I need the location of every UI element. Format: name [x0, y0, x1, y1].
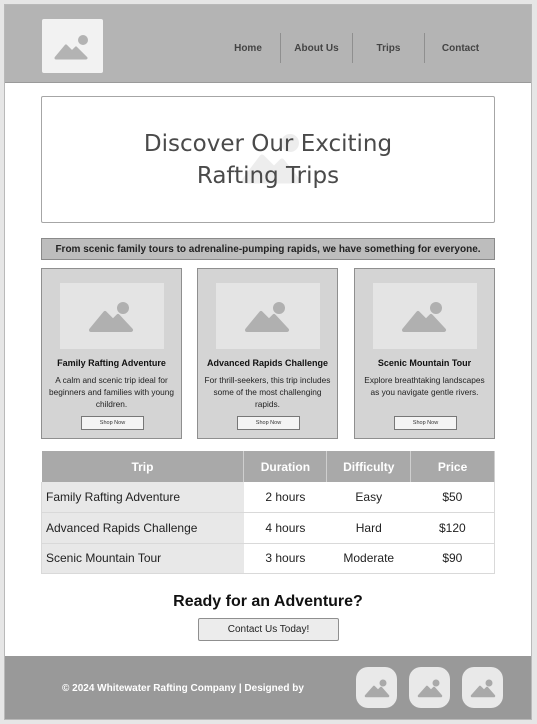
- nav-trips[interactable]: Trips: [353, 33, 424, 63]
- trip-card: Scenic Mountain Tour Explore breathtakin…: [354, 268, 495, 439]
- price-cell: $120: [410, 512, 495, 544]
- table-header-row: Trip Duration Difficulty Price: [41, 451, 495, 482]
- main-nav: Home About Us Trips Contact: [216, 33, 496, 63]
- nav-home[interactable]: Home: [216, 33, 280, 63]
- duration-cell: 4 hours: [243, 512, 327, 544]
- shop-now-button[interactable]: Shop Now: [394, 416, 457, 430]
- trip-name-cell: Advanced Rapids Challenge: [40, 512, 244, 544]
- duration-cell: 2 hours: [243, 482, 327, 513]
- trip-card: Advanced Rapids Challenge For thrill-see…: [197, 268, 338, 439]
- card-title: Scenic Mountain Tour: [377, 358, 472, 368]
- image-placeholder-icon: [402, 302, 446, 332]
- hero-banner: Discover Our Exciting Rafting Trips: [41, 96, 495, 223]
- card-description: A calm and scenic trip ideal for beginne…: [49, 375, 174, 409]
- social-link[interactable]: [356, 667, 397, 708]
- price-cell: $50: [410, 482, 495, 513]
- social-link[interactable]: [409, 667, 450, 708]
- card-image: [60, 283, 164, 349]
- contact-us-button[interactable]: Contact Us Today!: [198, 618, 339, 641]
- image-placeholder-icon: [89, 302, 133, 332]
- image-placeholder-icon: [470, 679, 495, 697]
- tagline: From scenic family tours to adrenaline-p…: [41, 238, 495, 260]
- table-row: Scenic Mountain Tour 3 hours Moderate $9…: [40, 543, 495, 574]
- image-placeholder-icon: [417, 679, 442, 697]
- trip-name-cell: Family Rafting Adventure: [40, 482, 244, 513]
- shop-now-button[interactable]: Shop Now: [237, 416, 300, 430]
- table-row: Family Rafting Adventure 2 hours Easy $5…: [40, 482, 495, 513]
- trip-card: Family Rafting Adventure A calm and scen…: [41, 268, 182, 439]
- image-placeholder-icon: [364, 679, 389, 697]
- image-placeholder-icon: [54, 35, 88, 60]
- trip-name-cell: Scenic Mountain Tour: [40, 543, 244, 574]
- nav-about-us[interactable]: About Us: [281, 33, 352, 63]
- duration-cell: 3 hours: [243, 543, 327, 574]
- card-description: For thrill-seekers, this trip includes s…: [204, 375, 331, 409]
- shop-now-button[interactable]: Shop Now: [81, 416, 144, 430]
- copyright-text: © 2024 Whitewater Rafting Company | Desi…: [62, 683, 304, 694]
- card-image: [373, 283, 477, 349]
- site-footer: © 2024 Whitewater Rafting Company | Desi…: [5, 656, 531, 719]
- column-header-price: Price: [410, 451, 495, 482]
- card-description: Explore breathtaking landscapes as you n…: [364, 375, 485, 397]
- column-header-difficulty: Difficulty: [326, 451, 412, 482]
- logo[interactable]: [42, 19, 103, 73]
- difficulty-cell: Hard: [326, 512, 411, 544]
- nav-contact[interactable]: Contact: [425, 33, 496, 63]
- column-header-duration: Duration: [243, 451, 328, 482]
- page: Home About Us Trips Contact Discover Our…: [4, 4, 532, 720]
- hero-title: Discover Our Exciting Rafting Trips: [143, 130, 393, 189]
- table-row: Advanced Rapids Challenge 4 hours Hard $…: [40, 512, 495, 544]
- trips-table: Trip Duration Difficulty Price Family Ra…: [40, 451, 495, 574]
- social-link[interactable]: [462, 667, 503, 708]
- card-title: Family Rafting Adventure: [57, 358, 166, 368]
- card-image: [216, 283, 320, 349]
- difficulty-cell: Easy: [326, 482, 411, 513]
- cta-heading: Ready for an Adventure?: [173, 593, 363, 610]
- image-placeholder-icon: [245, 302, 289, 332]
- price-cell: $90: [410, 543, 495, 574]
- site-header: Home About Us Trips Contact: [5, 5, 531, 83]
- difficulty-cell: Moderate: [326, 543, 411, 574]
- card-title: Advanced Rapids Challenge: [206, 358, 329, 368]
- column-header-trip: Trip: [41, 451, 245, 482]
